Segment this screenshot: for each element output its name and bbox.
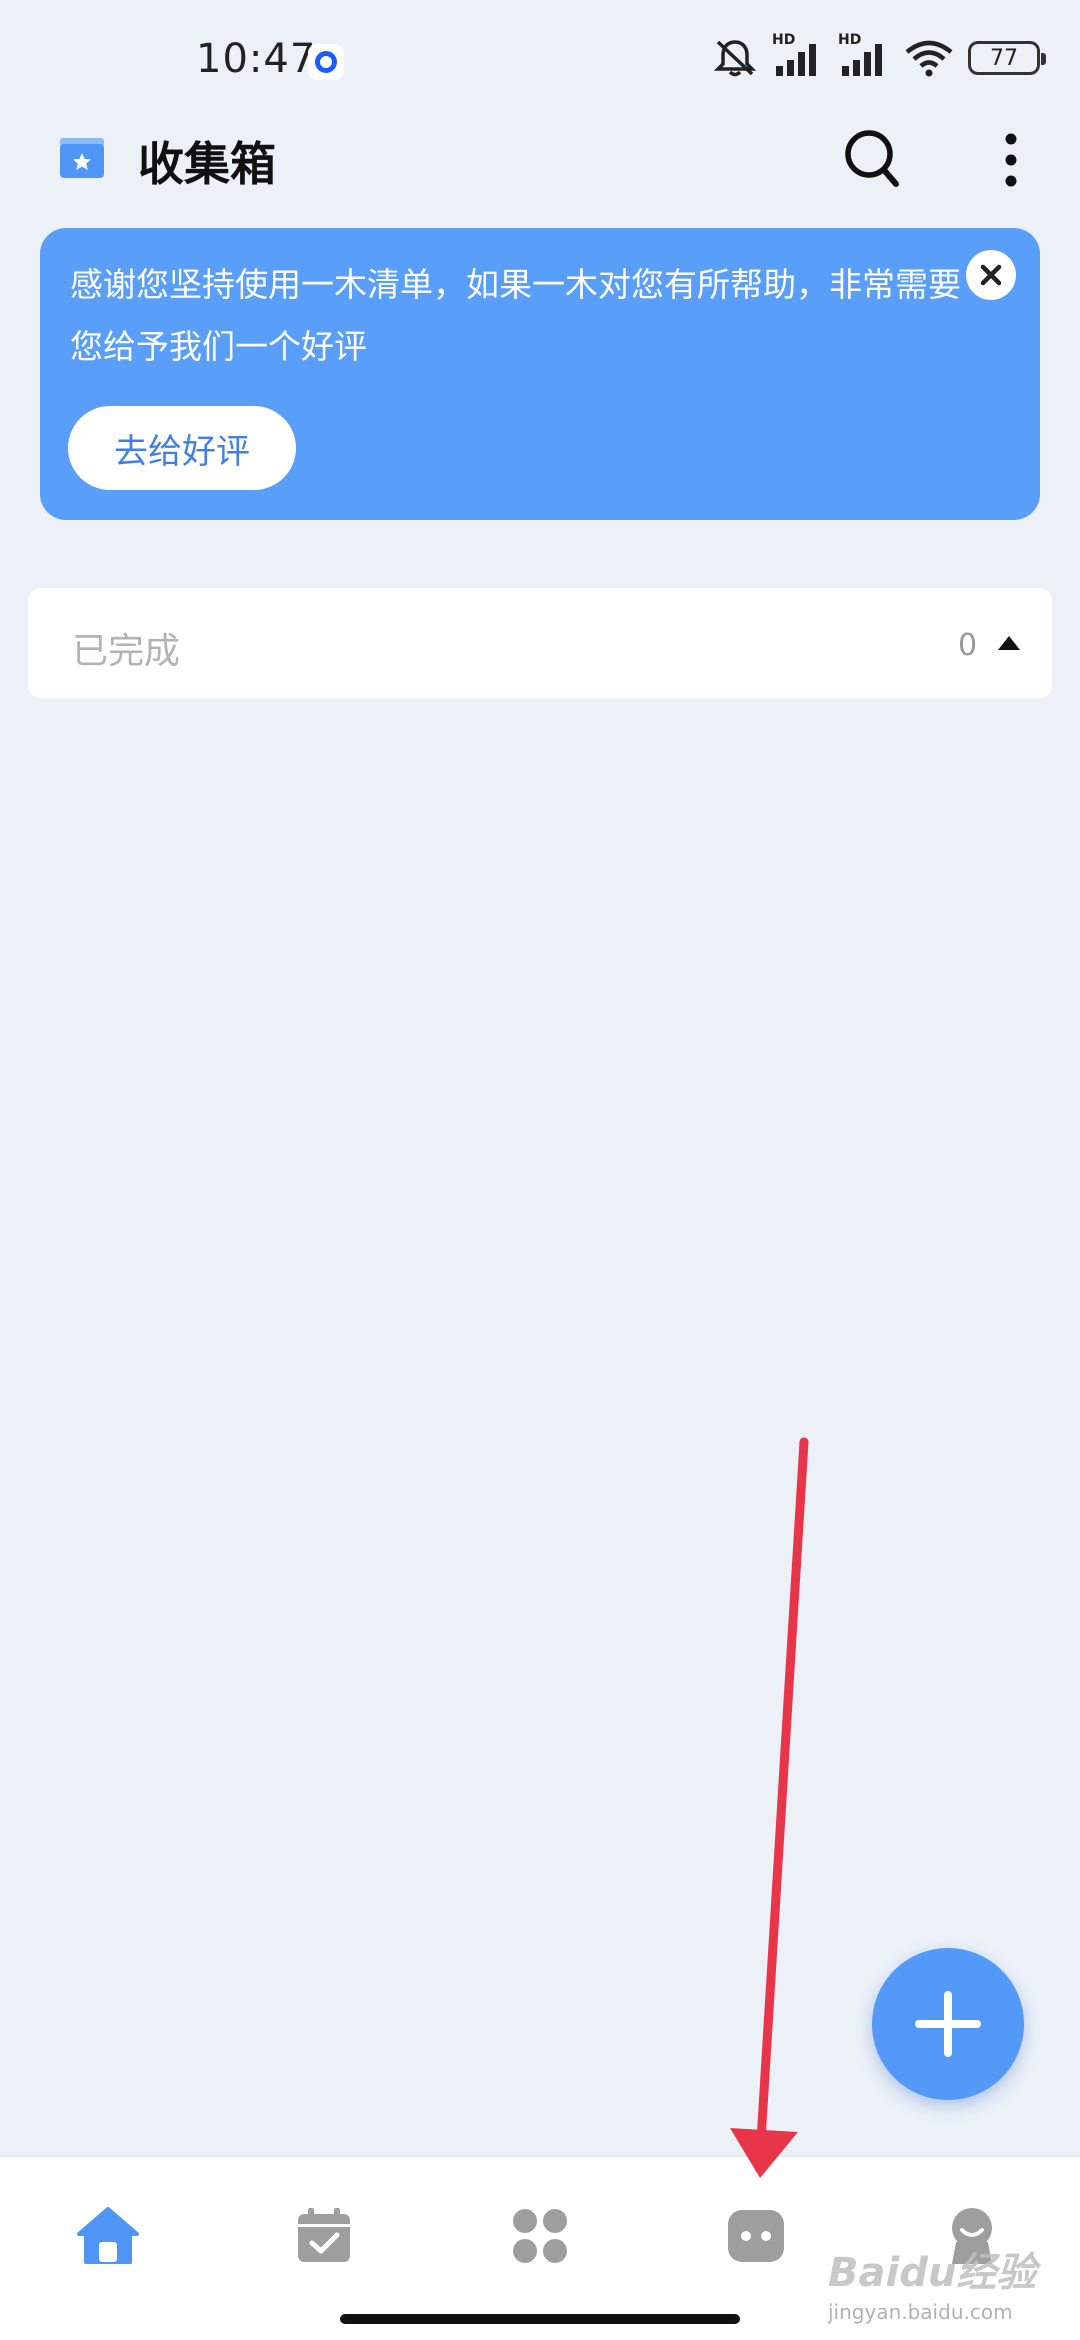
watermark: Baidu经验 jingyan.baidu.com	[828, 2240, 1036, 2324]
watermark-brand: Baidu经验	[828, 2250, 1037, 2296]
calendar-check-icon	[298, 2208, 350, 2262]
close-icon	[980, 264, 1002, 286]
status-icons: HD HD 77	[712, 32, 1046, 78]
inbox-folder-icon	[60, 138, 104, 178]
signal-icon	[842, 44, 882, 76]
signal-icon	[776, 44, 816, 76]
mute-icon	[713, 40, 757, 77]
watermark-site: jingyan.baidu.com	[828, 2300, 1013, 2324]
apps-grid-icon	[513, 2209, 567, 2263]
status-time: 10:47	[196, 36, 317, 82]
battery-icon: 77	[968, 41, 1046, 75]
status-bar: 10:47 HD HD 77	[0, 0, 1080, 124]
home-icon	[77, 2207, 139, 2264]
app-notification-icon	[308, 44, 344, 80]
chat-dots-icon	[728, 2210, 784, 2262]
home-indicator[interactable]	[340, 2314, 740, 2324]
search-button[interactable]	[842, 126, 902, 190]
signal-group-1: HD	[772, 32, 824, 78]
completed-section[interactable]: 已完成 0	[28, 588, 1052, 698]
nav-item-home[interactable]	[68, 2196, 148, 2276]
banner-close-button[interactable]	[966, 250, 1016, 300]
completed-count: 0	[958, 628, 978, 663]
page-title: 收集箱	[138, 137, 276, 191]
wifi-icon	[905, 40, 953, 77]
triangle-up-icon[interactable]	[996, 634, 1022, 652]
give-review-button[interactable]: 去给好评	[68, 406, 296, 490]
banner-message: 感谢您坚持使用一木清单，如果一木对您有所帮助，非常需要您给予我们一个好评	[70, 265, 961, 366]
search-icon	[845, 130, 899, 187]
signal-group-2: HD	[838, 32, 890, 78]
nav-item-calendar[interactable]	[284, 2196, 364, 2276]
nav-item-chat[interactable]	[716, 2196, 796, 2276]
add-task-button[interactable]	[872, 1948, 1024, 2100]
completed-label: 已完成	[72, 631, 181, 672]
battery-level: 77	[990, 45, 1018, 71]
nav-item-apps[interactable]	[500, 2196, 580, 2276]
more-options-button[interactable]	[998, 130, 1024, 190]
more-vertical-icon	[1005, 133, 1017, 187]
plus-icon	[915, 1991, 981, 2057]
